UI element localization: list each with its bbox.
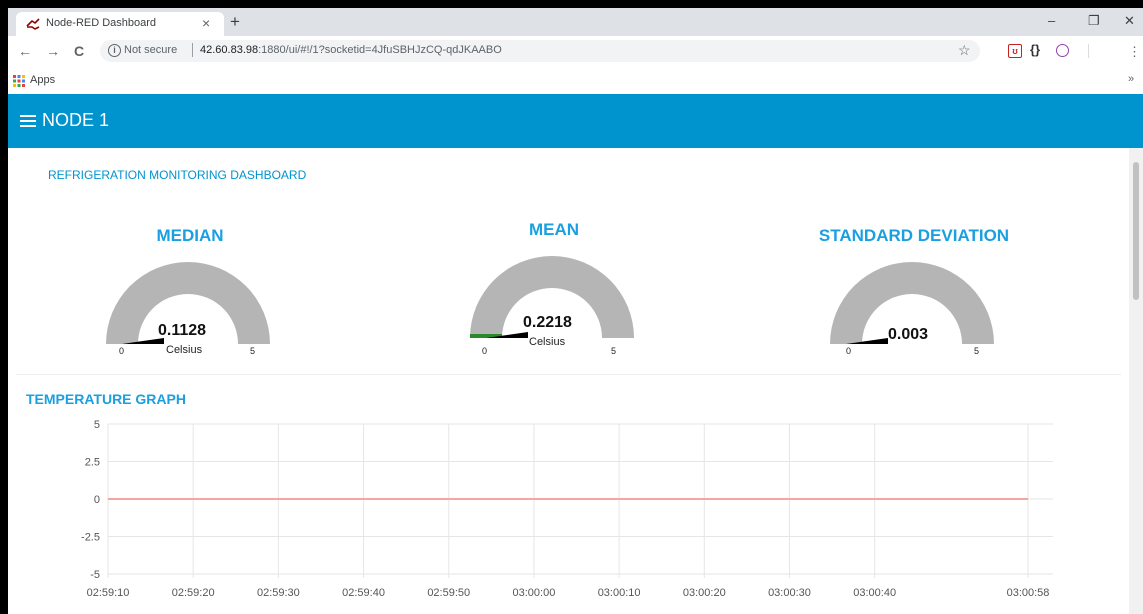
address-bar[interactable]: i Not secure 42.60.83.98:1880/ui/#!/1?so… [100, 40, 980, 62]
gauge-value: 0.2218 [523, 314, 572, 331]
gauge-value: 0.003 [888, 326, 929, 343]
more-bookmarks-icon[interactable]: » [1128, 73, 1134, 85]
minimize-button[interactable]: – [1048, 13, 1055, 28]
x-tick-label: 03:00:58 [1007, 587, 1050, 599]
url-text[interactable]: 42.60.83.98:1880/ui/#!/1?socketid=4JfuSB… [200, 44, 502, 56]
gauge-title: MEDIAN [156, 226, 224, 245]
scrollbar[interactable] [1129, 148, 1143, 614]
x-tick-label: 02:59:50 [427, 587, 470, 599]
section-divider [16, 374, 1121, 375]
apps-bookmark[interactable]: Apps [30, 74, 55, 86]
gauge-units: Celsius [529, 336, 566, 348]
y-tick-label: -2.5 [81, 532, 100, 544]
gauge-min: 0 [846, 346, 852, 356]
back-button[interactable]: ← [18, 43, 32, 59]
separator [192, 43, 193, 57]
gauge-min: 0 [482, 346, 488, 356]
x-tick-label: 02:59:30 [257, 587, 300, 599]
x-tick-label: 02:59:40 [342, 587, 385, 599]
pocket-extension-icon[interactable]: ʊ [1008, 44, 1022, 58]
gauge-min: 0 [119, 346, 125, 356]
tab-strip: Node-RED Dashboard × + – ❐ ✕ [8, 8, 1143, 36]
restore-button[interactable]: ❐ [1088, 13, 1100, 29]
y-tick-label: 0 [94, 494, 100, 506]
browser-tab[interactable]: Node-RED Dashboard × [16, 12, 224, 36]
new-tab-button[interactable]: + [230, 12, 240, 32]
chart-title: TEMPERATURE GRAPH [26, 391, 186, 407]
clock-extension-icon[interactable] [1056, 44, 1069, 57]
gauge-units: Celsius [166, 344, 203, 356]
toolbar-divider [1088, 44, 1089, 58]
info-icon[interactable]: i [108, 44, 121, 57]
temperature-chart: 5 2.5 0 -2.5 -5 02:59:10 02:59:20 02:59:30 02:59… [81, 419, 1053, 599]
gauge-max: 5 [611, 346, 617, 356]
json-extension-icon[interactable]: {} [1030, 42, 1040, 57]
bookmarks-bar: Apps » [8, 68, 1143, 95]
menu-icon[interactable]: ⋮ [1128, 44, 1141, 60]
gauge-value: 0.1128 [158, 322, 207, 339]
toolbar: ← → C i Not secure 42.60.83.98:1880/ui/#… [8, 36, 1143, 68]
x-tick-label: 03:00:40 [853, 587, 896, 599]
apps-grid-icon[interactable] [13, 75, 25, 87]
dashboard-header: NODE 1 [8, 94, 1143, 148]
x-tick-label: 03:00:10 [598, 587, 641, 599]
x-tick-label: 03:00:20 [683, 587, 726, 599]
hamburger-menu-icon[interactable] [20, 115, 36, 127]
x-tick-label: 02:59:10 [87, 587, 130, 599]
y-tick-label: 2.5 [85, 457, 100, 469]
gauge-max: 5 [974, 346, 980, 356]
y-tick-label: -5 [90, 569, 100, 581]
y-tick-label: 5 [94, 419, 100, 431]
group-title: REFRIGERATION MONITORING DASHBOARD [48, 168, 307, 182]
gauge-title: MEAN [528, 220, 580, 239]
scrollbar-thumb[interactable] [1133, 162, 1139, 300]
x-tick-label: 03:00:30 [768, 587, 811, 599]
security-label: Not secure [124, 44, 178, 56]
gauge-max: 5 [250, 346, 256, 356]
tab-close-icon[interactable]: × [202, 15, 210, 31]
page-title: NODE 1 [42, 110, 110, 130]
x-tick-label: 03:00:00 [513, 587, 556, 599]
browser-window: Node-RED Dashboard × + – ❐ ✕ ← → C i Not… [8, 8, 1143, 614]
reload-button[interactable]: C [74, 43, 84, 59]
gauge-title: STANDARD DEVIATION [818, 226, 1010, 245]
bookmark-star-icon[interactable]: ☆ [958, 42, 971, 59]
close-window-button[interactable]: ✕ [1124, 13, 1135, 29]
node-red-icon [26, 18, 40, 30]
tab-title: Node-RED Dashboard [46, 17, 157, 29]
x-tick-label: 02:59:20 [172, 587, 215, 599]
forward-button[interactable]: → [46, 43, 60, 59]
